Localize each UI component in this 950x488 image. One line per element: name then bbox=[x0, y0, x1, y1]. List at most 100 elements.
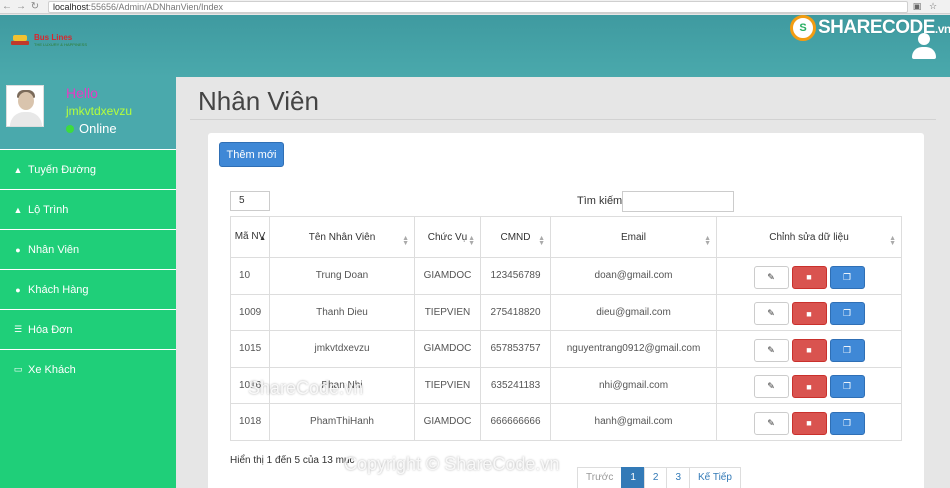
cell-actions: ✎ ■ ❐ bbox=[716, 257, 902, 295]
sidebar-item-label: Nhân Viên bbox=[28, 243, 80, 256]
delete-button[interactable]: ■ bbox=[791, 338, 827, 362]
table-row: 1009 Thanh Dieu TIEPVIEN 275418820 dieu@… bbox=[230, 293, 902, 331]
cell-role: TIEPVIEN bbox=[414, 293, 481, 331]
cell-email: nguyentrang0912@gmail.com bbox=[550, 330, 717, 368]
online-dot-icon bbox=[66, 124, 74, 133]
sidebar-item-label: Tuyến Đường bbox=[28, 163, 96, 176]
cell-cmnd: 635241183 bbox=[480, 366, 551, 404]
bus-logo-icon bbox=[10, 33, 30, 47]
sidebar-item-khach-hang[interactable]: ● Khách Hàng bbox=[0, 269, 176, 309]
copy-icon: ❐ bbox=[842, 344, 852, 355]
trash-icon: ■ bbox=[806, 381, 812, 392]
edit-icon: ✎ bbox=[767, 308, 775, 319]
pagination-page-3[interactable]: 3 bbox=[666, 467, 691, 488]
column-header-cmnd[interactable]: CMND ▲ ▼ bbox=[480, 216, 551, 258]
edit-button[interactable]: ✎ bbox=[753, 375, 789, 399]
delete-button[interactable]: ■ bbox=[791, 411, 827, 435]
column-header-label: Chức Vụ bbox=[427, 231, 468, 243]
table-row: 10 Trung Doan GIAMDOC 123456789 doan@gma… bbox=[230, 257, 902, 295]
star-icon[interactable]: ☆ bbox=[926, 1, 940, 12]
cell-actions: ✎ ■ ❐ bbox=[716, 293, 902, 331]
online-status: Online bbox=[66, 121, 117, 136]
translate-icon[interactable]: ▣ bbox=[910, 1, 924, 12]
address-host: localhost bbox=[53, 1, 89, 12]
search-input[interactable] bbox=[622, 191, 734, 212]
table-row: 1015 jmkvtdxevzu GIAMDOC 657853757 nguye… bbox=[230, 330, 902, 368]
details-button[interactable]: ❐ bbox=[829, 411, 865, 435]
sort-icon: ▲ ▼ bbox=[889, 235, 896, 247]
details-button[interactable]: ❐ bbox=[829, 375, 865, 399]
column-header-role[interactable]: Chức Vụ ▲ ▼ bbox=[414, 216, 481, 258]
logo-subtitle: THE LUXURY & HAPPINESS bbox=[34, 42, 87, 47]
employee-table: Mã NV ▲ Tên Nhân Viên ▲ ▼ Chức Vụ ▲ ▼ CMND ▲ ▼ … bbox=[230, 216, 902, 441]
logo-title: Bus Lines bbox=[34, 33, 73, 42]
sidebar-item-xe-khach[interactable]: ▭ Xe Khách bbox=[0, 349, 176, 389]
edit-button[interactable]: ✎ bbox=[753, 338, 789, 362]
pagination-next[interactable]: Kế Tiếp bbox=[689, 467, 741, 488]
cell-id: 1009 bbox=[230, 293, 270, 331]
edit-button[interactable]: ✎ bbox=[753, 411, 789, 435]
sidebar: Hello jmkvtdxevzu Online ▲ Tuyến Đường ▲ L… bbox=[0, 77, 176, 488]
cell-role: TIEPVIEN bbox=[414, 366, 481, 404]
column-header-actions[interactable]: Chỉnh sửa dữ liệu ▲ ▼ bbox=[716, 216, 902, 258]
trash-icon: ■ bbox=[806, 345, 812, 356]
bus-icon: ▲ bbox=[13, 164, 23, 175]
add-new-button[interactable]: Thêm mới bbox=[219, 142, 284, 167]
sidebar-item-nhan-vien[interactable]: ● Nhân Viên bbox=[0, 229, 176, 269]
edit-button[interactable]: ✎ bbox=[753, 302, 789, 326]
trash-icon: ■ bbox=[806, 308, 812, 319]
reload-icon[interactable]: ↻ bbox=[28, 0, 42, 14]
copy-icon: ❐ bbox=[842, 271, 852, 282]
brand-logo[interactable]: Bus Lines THE LUXURY & HAPPINESS bbox=[10, 33, 87, 47]
sidebar-item-tuyen-duong[interactable]: ▲ Tuyến Đường bbox=[0, 149, 176, 189]
back-arrow-icon[interactable]: ← bbox=[0, 0, 14, 14]
cell-email: nhi@gmail.com bbox=[550, 366, 717, 404]
sort-asc-icon: ▲ bbox=[259, 235, 266, 242]
sharecode-circle-icon: S bbox=[790, 15, 816, 41]
sort-icon: ▲ ▼ bbox=[538, 235, 545, 247]
details-button[interactable]: ❐ bbox=[829, 338, 865, 362]
cell-cmnd: 123456789 bbox=[480, 257, 551, 295]
page-size-select[interactable]: 5 bbox=[230, 191, 270, 211]
column-header-name[interactable]: Tên Nhân Viên ▲ ▼ bbox=[269, 216, 415, 258]
column-header-email[interactable]: Email ▲ ▼ bbox=[550, 216, 717, 258]
online-status-label: Online bbox=[79, 121, 117, 136]
edit-icon: ✎ bbox=[767, 417, 775, 428]
hello-text: Hello bbox=[66, 85, 98, 101]
forward-arrow-icon[interactable]: → bbox=[14, 0, 28, 14]
user-account-icon[interactable] bbox=[912, 33, 936, 61]
page-title: Nhân Viên bbox=[198, 86, 319, 116]
edit-button[interactable]: ✎ bbox=[753, 265, 789, 289]
table-info: Hiển thị 1 đến 5 của 13 mục bbox=[230, 455, 355, 466]
sidebar-item-hoa-don[interactable]: ☰ Hóa Đơn bbox=[0, 309, 176, 349]
top-header: Bus Lines THE LUXURY & HAPPINESS S SHARE… bbox=[0, 15, 950, 77]
cell-actions: ✎ ■ ❐ bbox=[716, 330, 902, 368]
card-icon: ▭ bbox=[13, 364, 23, 374]
column-header-label: Email bbox=[620, 231, 646, 243]
details-button[interactable]: ❐ bbox=[829, 265, 865, 289]
user-icon: ● bbox=[15, 284, 21, 295]
delete-button[interactable]: ■ bbox=[791, 265, 827, 289]
sidebar-item-label: Lộ Trình bbox=[28, 203, 69, 216]
profile-panel: Hello jmkvtdxevzu Online bbox=[0, 77, 176, 149]
details-button[interactable]: ❐ bbox=[829, 302, 865, 326]
delete-button[interactable]: ■ bbox=[791, 375, 827, 399]
cell-name: Phan Nhi bbox=[269, 366, 415, 404]
column-header-id[interactable]: Mã NV ▲ bbox=[230, 216, 270, 258]
cell-actions: ✎ ■ ❐ bbox=[716, 366, 902, 404]
pagination-page-1[interactable]: 1 bbox=[621, 467, 645, 488]
sort-icon: ▲ ▼ bbox=[402, 235, 409, 247]
cell-name: Trung Doan bbox=[269, 257, 415, 295]
cell-id: 1018 bbox=[230, 403, 270, 441]
cell-cmnd: 275418820 bbox=[480, 293, 551, 331]
sidebar-item-label: Hóa Đơn bbox=[28, 323, 73, 336]
sidebar-item-lo-trinh[interactable]: ▲ Lộ Trình bbox=[0, 189, 176, 229]
address-bar[interactable]: localhost:55656/Admin/ADNhanVien/Index bbox=[48, 0, 908, 13]
cell-cmnd: 657853757 bbox=[480, 330, 551, 368]
pagination-page-2[interactable]: 2 bbox=[643, 467, 668, 488]
pagination-prev[interactable]: Trước bbox=[577, 467, 623, 488]
delete-button[interactable]: ■ bbox=[791, 302, 827, 326]
cell-id: 10 bbox=[230, 257, 270, 295]
cell-name: Thanh Dieu bbox=[269, 293, 415, 331]
cell-role: GIAMDOC bbox=[414, 330, 481, 368]
